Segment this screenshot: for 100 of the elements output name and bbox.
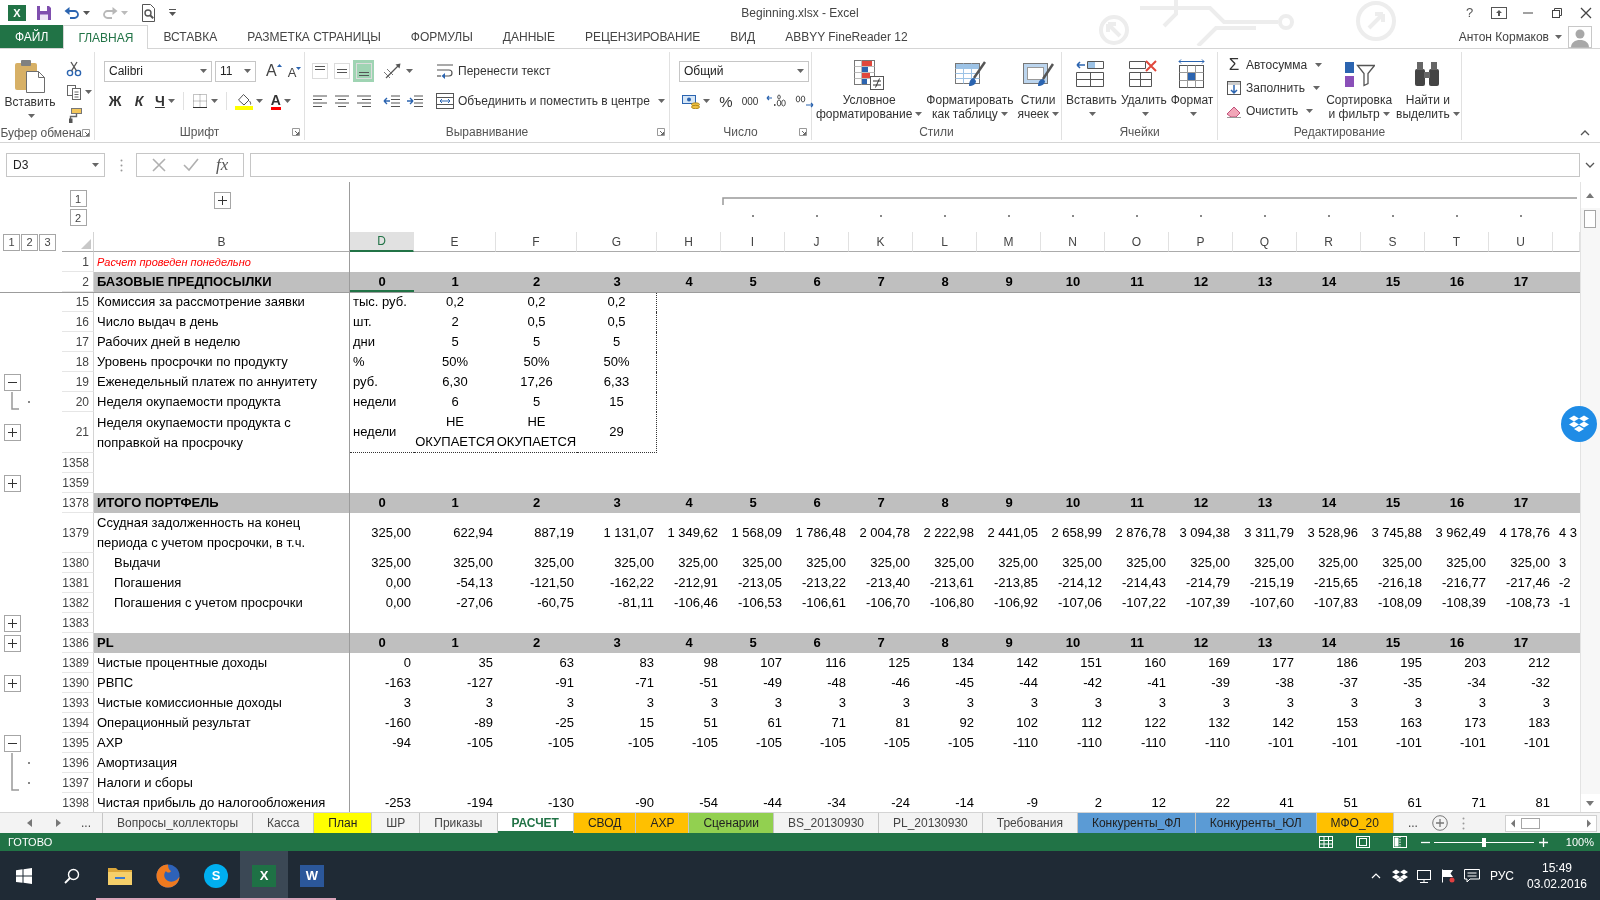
row-header[interactable]: 1389: [62, 653, 94, 673]
name-box[interactable]: D3: [6, 153, 105, 177]
formula-input-field[interactable]: [250, 153, 1580, 177]
outline-level-button[interactable]: 2: [69, 209, 87, 226]
align-top-button[interactable]: [309, 60, 330, 82]
sheet-tab[interactable]: СВОД: [573, 813, 637, 833]
font-name-field[interactable]: Calibri: [104, 60, 212, 82]
row-header[interactable]: 1386: [62, 633, 94, 653]
expand-group-button[interactable]: [4, 634, 21, 652]
ribbon-tab[interactable]: ABBYY FineReader 12: [770, 25, 923, 48]
insert-function-button[interactable]: fx: [216, 155, 229, 175]
row-header[interactable]: 1396: [62, 753, 94, 773]
shrink-font-button[interactable]: A: [285, 60, 304, 82]
row-header[interactable]: 17: [62, 332, 94, 352]
column-header[interactable]: N: [1041, 232, 1105, 252]
ribbon-tab[interactable]: ДАННЫЕ: [487, 25, 570, 48]
delete-cells-button[interactable]: Удалить: [1118, 54, 1169, 123]
account-name[interactable]: Антон Кормаков: [1458, 29, 1549, 44]
new-sheet-button[interactable]: [1429, 813, 1450, 833]
expand-group-button[interactable]: [4, 614, 21, 632]
help-button[interactable]: ?: [1455, 0, 1484, 25]
row-header[interactable]: 1395: [62, 733, 94, 753]
row-header[interactable]: 1380: [62, 553, 94, 573]
row-header[interactable]: 1393: [62, 693, 94, 713]
column-header[interactable]: M: [977, 232, 1041, 252]
format-cells-button[interactable]: Формат: [1168, 54, 1216, 123]
word-processor-button[interactable]: W: [288, 851, 336, 900]
find-select-button[interactable]: Найти и выделить: [1394, 54, 1462, 123]
row-header[interactable]: 1358: [62, 453, 94, 473]
row-header[interactable]: 15: [62, 292, 94, 312]
more-sheets-button[interactable]: ...: [77, 813, 95, 833]
row-header[interactable]: 1359: [62, 473, 94, 493]
row-header[interactable]: 18: [62, 352, 94, 372]
row-header[interactable]: 1378: [62, 493, 94, 513]
column-header[interactable]: E: [414, 232, 496, 252]
copy-button[interactable]: [64, 82, 94, 102]
sheet-tab[interactable]: МФО_20: [1316, 813, 1394, 833]
cell-styles-button[interactable]: Стили ячеек: [1015, 54, 1061, 123]
column-header[interactable]: H: [657, 232, 721, 252]
row-header[interactable]: 1397: [62, 773, 94, 793]
dialog-launcher-button[interactable]: [82, 128, 90, 137]
row-header[interactable]: 1390: [62, 673, 94, 693]
column-header[interactable]: S: [1361, 232, 1425, 252]
spreadsheet-app-button[interactable]: X: [240, 851, 288, 900]
file-tab[interactable]: ФАЙЛ: [0, 25, 64, 48]
column-header[interactable]: O: [1105, 232, 1169, 252]
ribbon-tab[interactable]: ВИД: [715, 25, 771, 48]
zoom-slider-thumb[interactable]: [1482, 837, 1486, 847]
align-middle-button[interactable]: [331, 60, 352, 82]
column-header[interactable]: R: [1297, 232, 1361, 252]
language-indicator[interactable]: РУС: [1484, 868, 1520, 883]
collapse-group-button[interactable]: [4, 734, 21, 752]
row-header[interactable]: 1383: [62, 613, 94, 633]
column-header[interactable]: Q: [1233, 232, 1297, 252]
sheet-tab[interactable]: Конкуренты_ФЛ: [1077, 813, 1196, 833]
sheet-tab[interactable]: Сценарии: [689, 813, 774, 833]
row-header[interactable]: 1: [62, 252, 94, 272]
expand-group-button[interactable]: [4, 424, 21, 441]
expand-group-button[interactable]: [4, 474, 21, 492]
font-size-field[interactable]: 11: [215, 60, 256, 82]
wrap-text-button[interactable]: Перенести текст: [434, 60, 553, 82]
sheet-tab[interactable]: Конкуренты_ЮЛ: [1195, 813, 1317, 833]
font-color-button[interactable]: A: [267, 90, 294, 112]
row-header[interactable]: 1379: [62, 513, 94, 553]
column-header[interactable]: P: [1169, 232, 1233, 252]
cut-button[interactable]: [64, 59, 84, 79]
row-header[interactable]: 16: [62, 312, 94, 332]
underline-button[interactable]: Ч: [152, 90, 178, 112]
thousands-separator-button[interactable]: 000: [739, 90, 761, 112]
bold-button[interactable]: Ж: [104, 90, 126, 112]
sheet-tab[interactable]: АХР: [636, 813, 690, 833]
zoom-level-button[interactable]: 100%: [1550, 836, 1600, 848]
collapse-ribbon-button[interactable]: [1580, 130, 1590, 136]
column-header[interactable]: I: [721, 232, 785, 252]
column-header[interactable]: T: [1425, 232, 1489, 252]
expand-group-button[interactable]: [4, 674, 21, 692]
row-header[interactable]: 2: [62, 272, 94, 292]
clock-date[interactable]: 03.02.2016: [1526, 875, 1588, 892]
sort-filter-button[interactable]: Сортировка и фильтр: [1324, 54, 1395, 123]
percent-style-button[interactable]: %: [715, 90, 737, 112]
row-header[interactable]: 1381: [62, 573, 94, 593]
ribbon-tab[interactable]: РЕЦЕНЗИРОВАНИЕ: [569, 25, 716, 48]
autosum-button[interactable]: Σ Автосумма: [1224, 54, 1325, 76]
merge-center-button[interactable]: Объединить и поместить в центре: [434, 90, 667, 112]
clock-time[interactable]: 15:49: [1542, 859, 1572, 876]
ribbon-tab[interactable]: ВСТАВКА: [148, 25, 233, 48]
number-format-field[interactable]: Общий: [679, 60, 809, 82]
grow-font-button[interactable]: A: [264, 60, 284, 82]
clear-button[interactable]: Очистить: [1224, 100, 1316, 122]
more-sheets-button[interactable]: ...: [1403, 813, 1422, 833]
outline-level-button[interactable]: 2: [21, 233, 38, 251]
outline-level-button[interactable]: 1: [69, 190, 87, 207]
ribbon-tab[interactable]: ГЛАВНАЯ: [63, 25, 149, 49]
dialog-launcher-button[interactable]: [292, 127, 300, 136]
column-header[interactable]: J: [785, 232, 849, 252]
format-as-table-button[interactable]: Форматировать как таблицу: [924, 54, 1016, 123]
row-header[interactable]: 1382: [62, 593, 94, 613]
column-header[interactable]: B: [94, 232, 350, 252]
fill-button[interactable]: Заполнить: [1224, 77, 1322, 99]
column-header[interactable]: G: [577, 232, 657, 252]
